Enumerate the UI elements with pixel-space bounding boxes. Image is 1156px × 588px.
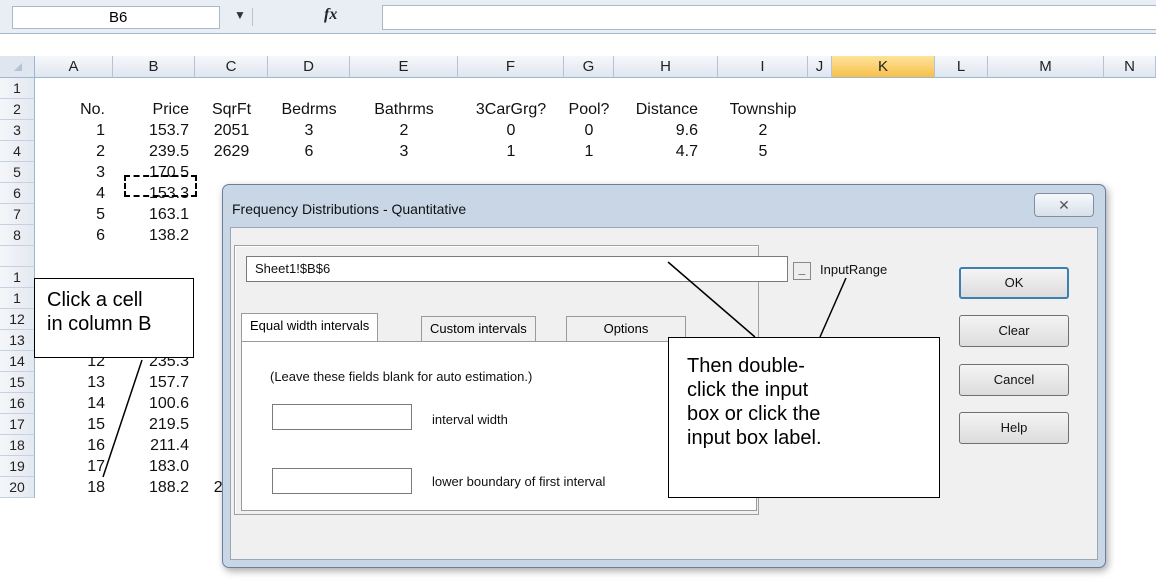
click-cell-callout: Click a cell in column B	[34, 278, 194, 358]
callout-line: box or click the	[687, 403, 821, 425]
callout-line: click the input	[687, 379, 809, 401]
callout-line: in column B	[47, 313, 152, 335]
callout-line: Then double-	[687, 355, 805, 377]
callout-line: input box label.	[687, 427, 822, 449]
callout-line: Click a cell	[47, 289, 143, 311]
double-click-callout: Then double- click the input box or clic…	[668, 337, 940, 498]
pointer-to-input-label	[819, 277, 847, 338]
pointer-to-column-b	[102, 359, 143, 478]
pointer-to-input-box	[667, 261, 756, 338]
